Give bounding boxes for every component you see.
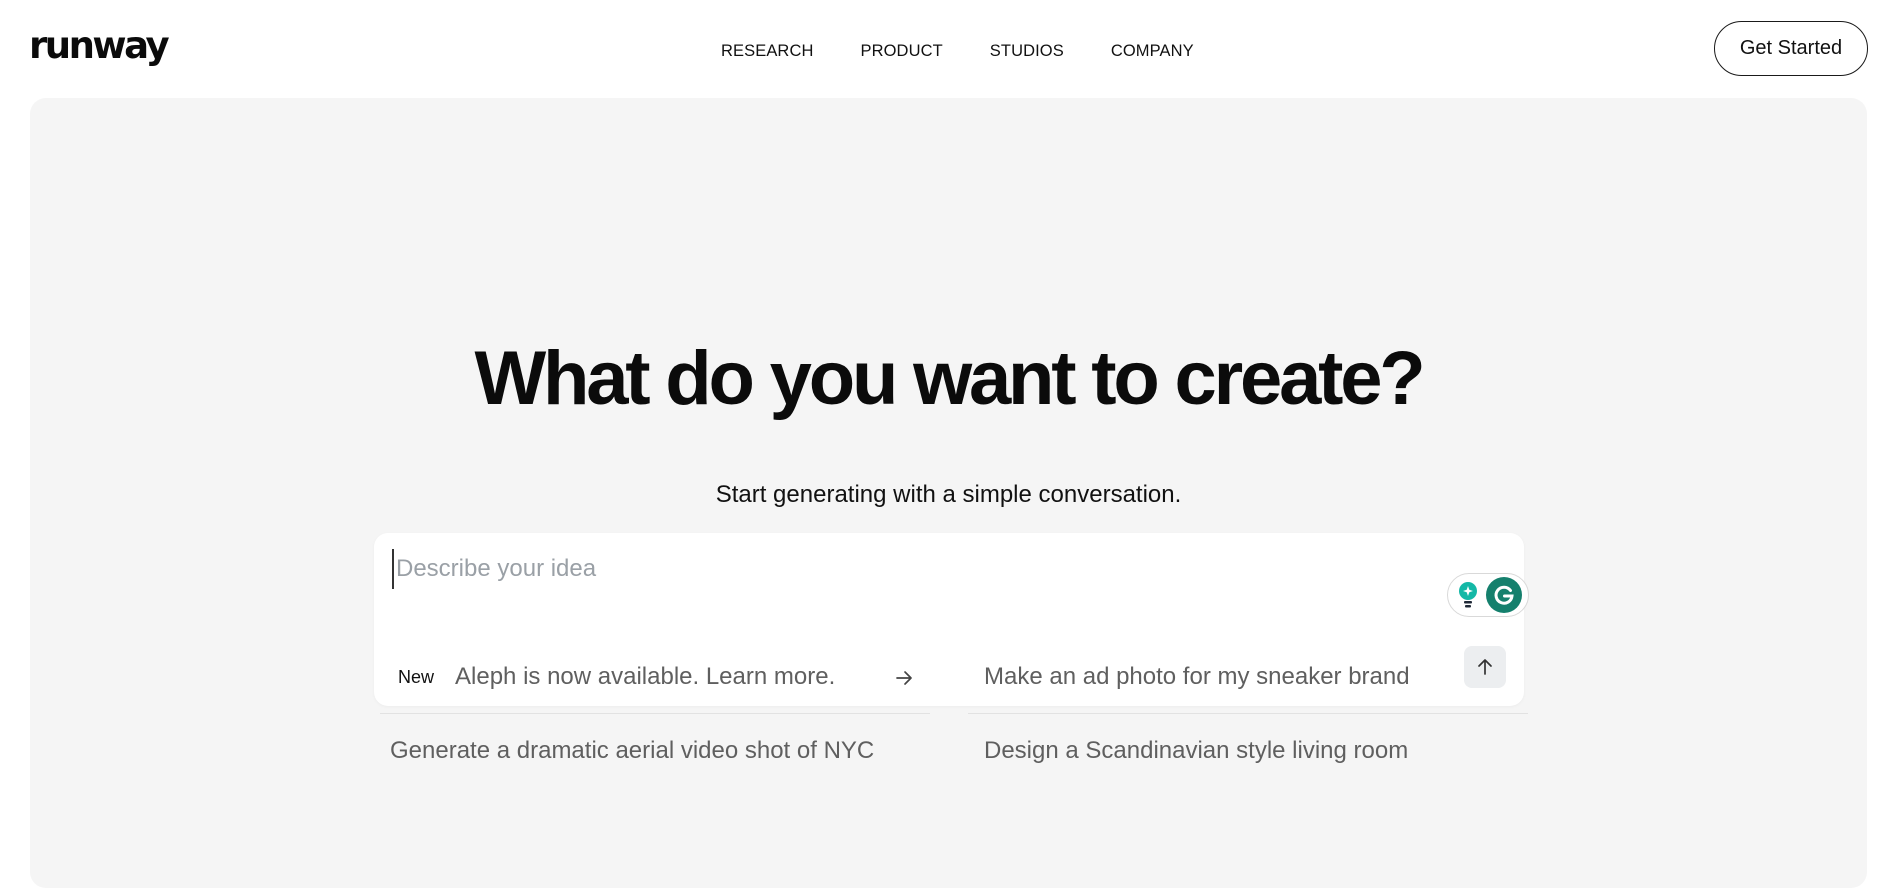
lightbulb-icon[interactable]: [1456, 580, 1480, 610]
arrow-right-icon: [892, 666, 916, 690]
suggestion-sneaker-ad[interactable]: Make an ad photo for my sneaker brand: [968, 640, 1528, 714]
suggestion-aerial-nyc[interactable]: Generate a dramatic aerial video shot of…: [390, 714, 930, 788]
nav-company[interactable]: COMPANY: [1111, 40, 1194, 62]
suggestion-text: Design a Scandinavian style living room: [984, 737, 1409, 764]
top-bar: runway RESEARCH PRODUCT STUDIOS COMPANY …: [0, 0, 1888, 98]
nav-studios[interactable]: STUDIOS: [990, 40, 1064, 62]
suggestion-text: Aleph is now available. Learn more.: [455, 662, 836, 690]
runway-logo[interactable]: runway: [29, 26, 170, 66]
hero-subtitle: Start generating with a simple conversat…: [715, 481, 1182, 508]
hero-title: What do you want to create?: [474, 336, 1425, 421]
grammarly-icon[interactable]: [1486, 577, 1522, 613]
suggestion-living-room[interactable]: Design a Scandinavian style living room: [968, 714, 1528, 788]
nav-research[interactable]: RESEARCH: [721, 40, 814, 62]
main-nav: RESEARCH PRODUCT STUDIOS COMPANY: [721, 40, 1241, 62]
suggestion-text: Generate a dramatic aerial video shot of…: [390, 737, 875, 764]
suggestion-aleph[interactable]: New Aleph is now available. Learn more.: [380, 640, 930, 714]
hero-section: What do you want to create? Start genera…: [30, 98, 1867, 888]
new-badge: New: [390, 663, 443, 690]
suggestion-text: Make an ad photo for my sneaker brand: [984, 662, 1410, 690]
grammarly-widget[interactable]: [1447, 573, 1529, 617]
nav-product[interactable]: PRODUCT: [861, 40, 943, 62]
prompt-input[interactable]: [392, 549, 1392, 589]
get-started-button[interactable]: Get Started: [1714, 21, 1868, 76]
